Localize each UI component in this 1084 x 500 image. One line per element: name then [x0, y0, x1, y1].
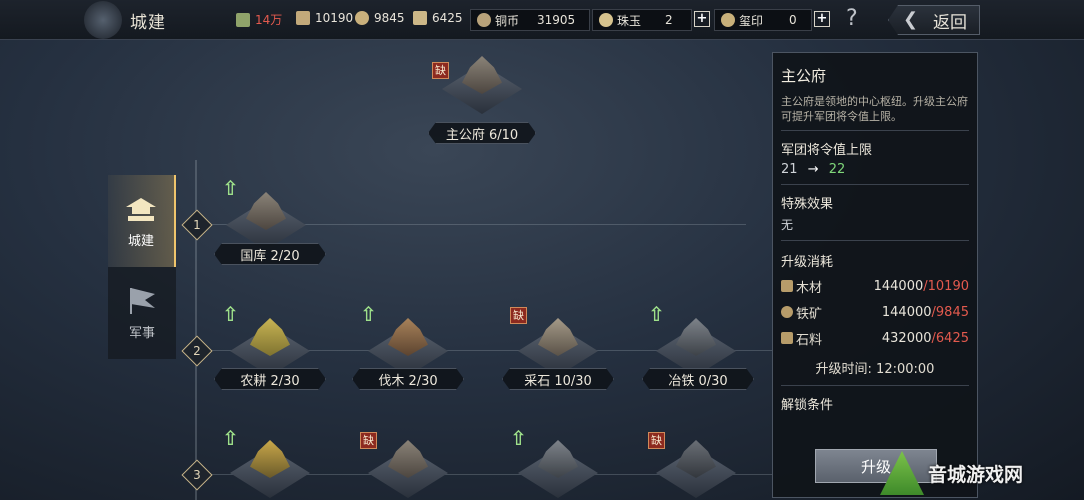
sidebar-item-city-building[interactable]: 城建: [108, 175, 176, 267]
add-seal-button[interactable]: +: [814, 11, 830, 27]
panel-title: 主公府: [781, 67, 827, 85]
copper-coin-icon: [477, 13, 491, 27]
cost-have: 10190: [927, 278, 969, 294]
effect-heading: 特殊效果: [781, 197, 834, 212]
building-label: 国库 2/20: [214, 243, 326, 265]
copper-coin-label: 铜币: [495, 13, 520, 28]
stat-arrow-icon: →: [807, 162, 819, 177]
unlock-heading: 解锁条件: [781, 398, 834, 413]
wood-icon: [296, 11, 310, 25]
cost-have: 6425: [935, 330, 969, 346]
stat-values: 21 → 22: [781, 162, 969, 177]
missing-resource-badge: 缺: [432, 62, 449, 79]
building-market[interactable]: [220, 434, 320, 500]
category-sidebar: 城建 军事: [108, 175, 176, 359]
building-label: 冶铁 0/30: [642, 368, 754, 390]
cost-name: 石料: [796, 332, 823, 348]
resource-wood-value: 10190: [315, 11, 354, 25]
stat-section: 军团将令值上限 21 → 22: [781, 139, 969, 185]
pearl-pill: 珠玉 2: [592, 9, 692, 31]
cost-have: 9845: [935, 304, 969, 320]
building-mint[interactable]: [358, 434, 458, 500]
cost-row: 铁矿 144000/9845: [781, 302, 969, 322]
effect-section: 特殊效果 无: [781, 193, 969, 241]
building-wall[interactable]: [646, 434, 746, 500]
title-area: 城建: [84, 0, 166, 40]
stat-heading: 军团将令值上限: [781, 143, 873, 158]
stone-icon: [781, 332, 793, 344]
help-button[interactable]: ?: [846, 6, 858, 31]
wood-icon: [781, 280, 793, 292]
cost-name: 木材: [796, 280, 823, 296]
stat-to: 22: [828, 162, 846, 177]
building-label: 采石 10/30: [502, 368, 614, 390]
level-marker: 3: [181, 459, 213, 491]
leaf-icon: [236, 12, 250, 27]
cost-required: 144000: [881, 304, 932, 320]
seal-icon: [721, 13, 735, 27]
add-pearl-button[interactable]: +: [694, 11, 710, 27]
palace-icon: [126, 197, 156, 221]
building-label: 伐木 2/30: [352, 368, 464, 390]
building-label: 农耕 2/30: [214, 368, 326, 390]
resource-stone: 6425: [413, 11, 463, 25]
pearl-icon: [599, 13, 613, 27]
building-workshop[interactable]: [508, 434, 608, 500]
cost-required: 432000: [881, 330, 932, 346]
pearl-label: 珠玉: [617, 13, 642, 28]
building-detail-panel: 主公府 主公府是领地的中心枢纽。升级主公府可提升军团将令值上限。 军团将令值上限…: [772, 52, 978, 498]
cost-section: 升级消耗 木材 144000/10190 铁矿 144000/9845 石料 4…: [781, 251, 969, 348]
seal-pill: 玺印 0: [714, 9, 812, 31]
stat-from: 21: [781, 162, 798, 177]
effect-value: 无: [781, 218, 794, 232]
panel-description: 主公府是领地的中心枢纽。升级主公府可提升军团将令值上限。: [781, 94, 969, 131]
watermark-text: 音城游戏网: [928, 463, 1024, 486]
resource-stone-value: 6425: [432, 11, 463, 25]
page-title: 城建: [130, 12, 166, 33]
cost-name: 铁矿: [796, 306, 823, 322]
level-marker: 1: [181, 209, 213, 241]
pearl-value: 2: [665, 13, 673, 27]
iron-ore-icon: [355, 11, 369, 25]
building-label: 主公府 6/10: [428, 122, 536, 144]
cost-row: 石料 432000/6425: [781, 328, 969, 348]
back-button[interactable]: ❮ 返回: [888, 5, 980, 35]
sidebar-item-label: 军事: [128, 325, 155, 341]
resource-wood: 10190: [296, 11, 353, 25]
resource-food-value: 14万: [255, 13, 283, 27]
upgrade-time: 升级时间: 12:00:00: [781, 358, 969, 386]
copper-coin-value: 31905: [537, 13, 576, 27]
cost-heading: 升级消耗: [781, 255, 834, 270]
city-emblem-icon: [84, 1, 122, 39]
resource-food: 14万: [236, 11, 282, 28]
back-button-label: 返回: [933, 12, 967, 33]
top-bar: 城建 14万 10190 9845 6425 铜币 31905 珠玉 2 + 玺…: [0, 0, 1084, 40]
seal-value: 0: [789, 13, 797, 27]
watermark: 音城游戏网: [880, 448, 1080, 498]
resource-iron-value: 9845: [374, 11, 405, 25]
flag-icon: [130, 287, 155, 314]
back-arrow-icon: ❮: [903, 9, 919, 30]
cost-row: 木材 144000/10190: [781, 276, 969, 296]
sidebar-item-label: 城建: [127, 233, 154, 249]
stone-icon: [413, 11, 427, 25]
sidebar-item-military[interactable]: 军事: [108, 267, 176, 359]
cost-required: 144000: [873, 278, 924, 294]
copper-coin-pill: 铜币 31905: [470, 9, 590, 31]
iron-ore-icon: [781, 306, 793, 318]
watermark-logo-icon: [880, 451, 924, 495]
seal-label: 玺印: [739, 13, 764, 28]
resource-iron: 9845: [355, 11, 405, 25]
level-marker: 2: [181, 335, 213, 367]
